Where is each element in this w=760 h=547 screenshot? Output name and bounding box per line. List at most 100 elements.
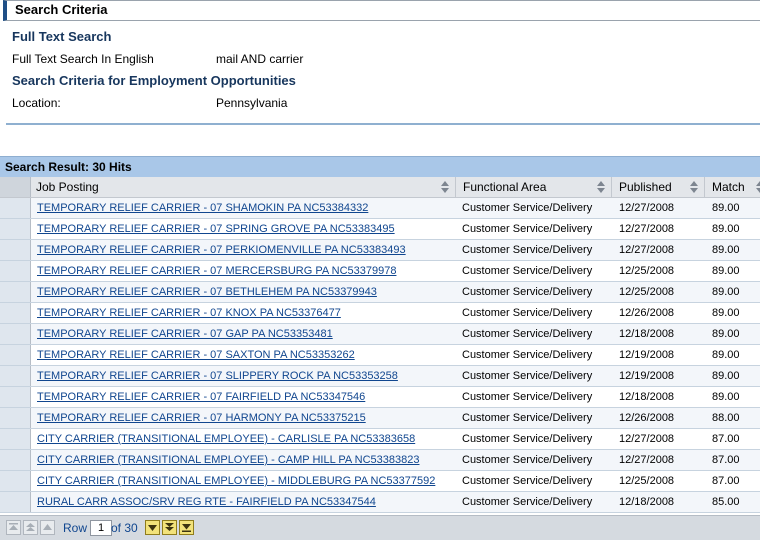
sort-published-icon[interactable] <box>689 180 699 194</box>
row-selector[interactable] <box>0 387 31 407</box>
functional-area-cell: Customer Service/Delivery <box>462 370 593 382</box>
match-cell: 89.00 <box>712 391 740 403</box>
published-cell: 12/26/2008 <box>619 412 675 424</box>
results-table-body: TEMPORARY RELIEF CARRIER - 07 SHAMOKIN P… <box>0 198 760 513</box>
match-cell: 89.00 <box>712 244 740 256</box>
match-cell: 89.00 <box>712 370 740 382</box>
row-selector[interactable] <box>0 366 31 386</box>
row-selector[interactable] <box>0 471 31 491</box>
match-cell: 85.00 <box>712 496 740 508</box>
job-posting-link[interactable]: TEMPORARY RELIEF CARRIER - 07 FAIRFIELD … <box>37 391 365 403</box>
job-posting-link[interactable]: TEMPORARY RELIEF CARRIER - 07 PERKIOMENV… <box>37 244 406 256</box>
job-posting-link[interactable]: TEMPORARY RELIEF CARRIER - 07 SHAMOKIN P… <box>37 202 368 214</box>
functional-area-cell: Customer Service/Delivery <box>462 496 593 508</box>
job-posting-link[interactable]: TEMPORARY RELIEF CARRIER - 07 BETHLEHEM … <box>37 286 377 298</box>
column-header-match[interactable]: Match <box>712 180 745 194</box>
match-cell: 89.00 <box>712 223 740 235</box>
row-selector[interactable] <box>0 303 31 323</box>
job-posting-link[interactable]: TEMPORARY RELIEF CARRIER - 07 GAP PA NC5… <box>37 328 333 340</box>
match-cell: 89.00 <box>712 265 740 277</box>
job-posting-link[interactable]: TEMPORARY RELIEF CARRIER - 07 SAXTON PA … <box>37 349 355 361</box>
job-posting-link[interactable]: CITY CARRIER (TRANSITIONAL EMPLOYEE) - M… <box>37 475 435 487</box>
row-selector[interactable] <box>0 261 31 281</box>
next-row-icon <box>148 525 157 531</box>
published-cell: 12/18/2008 <box>619 391 675 403</box>
published-cell: 12/18/2008 <box>619 328 675 340</box>
full-text-search-title: Full Text Search <box>12 29 112 44</box>
sort-functional-area-icon[interactable] <box>596 180 606 194</box>
published-cell: 12/27/2008 <box>619 244 675 256</box>
last-page-button[interactable] <box>179 520 194 535</box>
functional-area-cell: Customer Service/Delivery <box>462 307 593 319</box>
functional-area-cell: Customer Service/Delivery <box>462 412 593 424</box>
previous-row-button[interactable] <box>40 520 55 535</box>
row-label: Row <box>63 521 88 535</box>
row-selector[interactable] <box>0 345 31 365</box>
table-row: TEMPORARY RELIEF CARRIER - 07 SLIPPERY R… <box>0 366 760 387</box>
job-posting-link[interactable]: CITY CARRIER (TRANSITIONAL EMPLOYEE) - C… <box>37 433 415 445</box>
next-row-button[interactable] <box>145 520 160 535</box>
table-row: RURAL CARR ASSOC/SRV REG RTE - FAIRFIELD… <box>0 492 760 513</box>
published-cell: 12/18/2008 <box>619 496 675 508</box>
match-cell: 89.00 <box>712 307 740 319</box>
next-page-button[interactable] <box>162 520 177 535</box>
search-criteria-title: Search Criteria <box>15 2 108 17</box>
row-selector[interactable] <box>0 282 31 302</box>
functional-area-cell: Customer Service/Delivery <box>462 475 593 487</box>
row-selector[interactable] <box>0 198 31 218</box>
job-posting-link[interactable]: TEMPORARY RELIEF CARRIER - 07 MERCERSBUR… <box>37 265 396 277</box>
previous-page-button[interactable] <box>23 520 38 535</box>
search-result-bar: Search Result: 30 Hits <box>0 156 760 177</box>
column-header-functional-area[interactable]: Functional Area <box>463 180 546 194</box>
published-cell: 12/27/2008 <box>619 433 675 445</box>
job-posting-link[interactable]: TEMPORARY RELIEF CARRIER - 07 SPRING GRO… <box>37 223 395 235</box>
table-row: TEMPORARY RELIEF CARRIER - 07 SPRING GRO… <box>0 219 760 240</box>
match-cell: 88.00 <box>712 412 740 424</box>
table-row: TEMPORARY RELIEF CARRIER - 07 MERCERSBUR… <box>0 261 760 282</box>
column-separator <box>611 177 612 197</box>
first-page-button[interactable] <box>6 520 21 535</box>
functional-area-cell: Customer Service/Delivery <box>462 265 593 277</box>
published-cell: 12/26/2008 <box>619 307 675 319</box>
job-posting-link[interactable]: TEMPORARY RELIEF CARRIER - 07 KNOX PA NC… <box>37 307 341 319</box>
functional-area-cell: Customer Service/Delivery <box>462 202 593 214</box>
row-selector[interactable] <box>0 219 31 239</box>
last-page-icon <box>182 524 191 532</box>
published-cell: 12/19/2008 <box>619 349 675 361</box>
sort-match-icon[interactable] <box>755 180 760 194</box>
location-label: Location: <box>12 96 61 110</box>
table-row: CITY CARRIER (TRANSITIONAL EMPLOYEE) - C… <box>0 450 760 471</box>
functional-area-cell: Customer Service/Delivery <box>462 286 593 298</box>
published-cell: 12/25/2008 <box>619 265 675 277</box>
row-selector[interactable] <box>0 492 31 512</box>
published-cell: 12/27/2008 <box>619 202 675 214</box>
table-row: TEMPORARY RELIEF CARRIER - 07 HARMONY PA… <box>0 408 760 429</box>
published-cell: 12/25/2008 <box>619 475 675 487</box>
sort-job-posting-icon[interactable] <box>440 180 450 194</box>
published-cell: 12/25/2008 <box>619 286 675 298</box>
match-cell: 89.00 <box>712 202 740 214</box>
job-posting-link[interactable]: CITY CARRIER (TRANSITIONAL EMPLOYEE) - C… <box>37 454 419 466</box>
column-header-job-posting[interactable]: Job Posting <box>36 180 99 194</box>
row-selector[interactable] <box>0 450 31 470</box>
table-row: TEMPORARY RELIEF CARRIER - 07 KNOX PA NC… <box>0 303 760 324</box>
column-header-published[interactable]: Published <box>619 180 672 194</box>
table-row: TEMPORARY RELIEF CARRIER - 07 GAP PA NC5… <box>0 324 760 345</box>
pager-bar: Row of 30 <box>0 515 760 540</box>
row-selector[interactable] <box>0 324 31 344</box>
row-selector[interactable] <box>0 408 31 428</box>
job-posting-link[interactable]: TEMPORARY RELIEF CARRIER - 07 HARMONY PA… <box>37 412 366 424</box>
row-selector[interactable] <box>0 240 31 260</box>
table-row: TEMPORARY RELIEF CARRIER - 07 FAIRFIELD … <box>0 387 760 408</box>
published-cell: 12/27/2008 <box>619 223 675 235</box>
functional-area-cell: Customer Service/Delivery <box>462 391 593 403</box>
select-all-cell[interactable] <box>0 177 31 197</box>
functional-area-cell: Customer Service/Delivery <box>462 433 593 445</box>
job-posting-link[interactable]: TEMPORARY RELIEF CARRIER - 07 SLIPPERY R… <box>37 370 398 382</box>
row-selector[interactable] <box>0 429 31 449</box>
search-result-title: Search Result: 30 Hits <box>5 160 132 174</box>
first-page-icon <box>9 523 18 530</box>
match-cell: 89.00 <box>712 286 740 298</box>
row-number-input[interactable] <box>90 520 112 536</box>
job-posting-link[interactable]: RURAL CARR ASSOC/SRV REG RTE - FAIRFIELD… <box>37 496 376 508</box>
